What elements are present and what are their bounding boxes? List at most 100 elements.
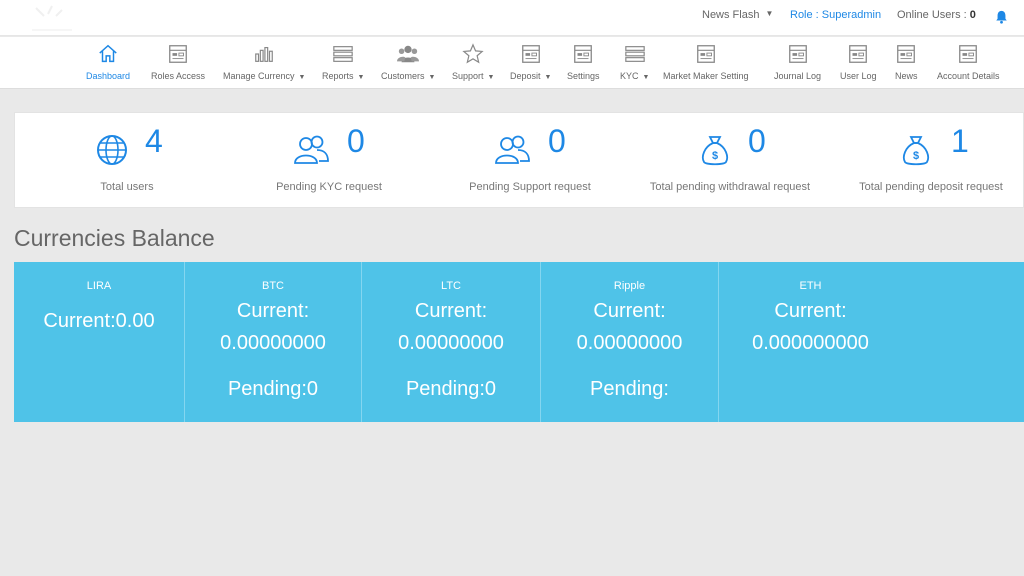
currency-pending: Pending: [590,378,669,400]
stat-pending-support[interactable]: 0 Pending Support request [430,113,630,209]
nav-deposit[interactable]: Deposit ▼ [510,43,551,81]
caret-down-icon: ▼ [642,74,650,81]
users-outline-icon [495,135,530,164]
svg-text:$: $ [712,150,718,162]
currency-current-value: 0.000000000 [752,332,869,354]
stat-label: Pending KYC request [276,181,382,193]
stat-label: Pending Support request [469,181,591,193]
currency-card-eth: ETH Current: 0.000000000 [719,262,902,422]
nav-label: Customers ▼ [381,71,436,81]
currency-name: LIRA [86,280,112,292]
currency-current: Current:0.00 [43,310,155,332]
stat-pending-kyc[interactable]: 0 Pending KYC request [229,113,429,209]
nav-label: Roles Access [151,71,206,81]
nav-account-details[interactable]: Account Details [937,43,1000,81]
users-icon [397,45,420,63]
svg-text:$: $ [913,150,919,162]
panel-icon [897,45,916,63]
stat-label: Total pending deposit request [859,181,1003,193]
nav-news[interactable]: News [895,43,918,81]
panel-icon [696,45,715,63]
caret-down-icon: ▼ [544,74,552,81]
currency-pending: Pending:0 [227,378,319,400]
currency-current-label: Current: [414,300,488,322]
stat-pending-withdrawal[interactable]: $ 0 Total pending withdrawal request [630,113,830,209]
list-icon [624,46,645,62]
currency-current-label: Current: [593,300,666,322]
currency-current-value: 0.00000000 [398,332,504,354]
nav-user-log[interactable]: User Log [840,43,877,81]
stats-panel: 4 Total users 0 Pending KYC request 0 Pe… [14,112,1024,208]
stat-count: 0 [347,123,365,159]
nav-label: User Log [840,71,877,81]
home-icon [99,44,117,63]
bar-chart-icon [255,46,274,62]
nav-label: Market Maker Setting [663,71,749,81]
stat-pending-deposit[interactable]: $ 1 Total pending deposit request [831,113,1024,209]
nav-journal-log[interactable]: Journal Log [774,43,821,81]
currency-name: ETH [799,280,822,292]
nav-customers[interactable]: Customers ▼ [381,43,435,81]
panel-icon [788,45,807,63]
caret-down-icon: ▼ [428,74,436,81]
role-link[interactable]: Role : Superadmin [790,9,881,21]
currency-card-btc: BTC Current: 0.00000000 Pending:0 [185,262,362,422]
caret-down-icon: ▼ [357,74,365,81]
news-flash-dropdown[interactable]: News Flash ▼ [702,9,773,21]
caret-down-icon: ▼ [487,74,495,81]
money-bag-icon: $ [701,136,729,166]
nav-settings[interactable]: Settings [567,43,600,81]
online-users-count: 0 [969,9,976,21]
main-navbar: Dashboard Roles Access Manage Currency ▼ … [0,37,1024,89]
stat-label: Total pending withdrawal request [649,181,811,193]
news-flash-label: News Flash [702,9,760,21]
nav-label: Journal Log [774,71,822,81]
caret-down-icon: ▼ [298,74,306,81]
stat-total-users[interactable]: 4 Total users [27,113,227,209]
nav-label: Manage Currency ▼ [223,71,306,81]
currency-name: BTC [262,280,284,292]
nav-label: Reports ▼ [322,71,365,81]
star-icon [462,43,484,64]
stat-count: 0 [548,123,566,159]
currency-card-ltc: LTC Current: 0.00000000 Pending:0 [362,262,541,422]
panel-icon [574,45,593,63]
online-users-label: Online Users : [897,9,970,21]
currency-name: LTC [441,280,461,292]
bell-icon[interactable] [995,10,1008,24]
nav-market-maker-setting[interactable]: Market Maker Setting [663,43,749,81]
currency-card-lira: LIRA Current:0.00 [14,262,185,422]
logo-icon [32,5,72,31]
currency-current-label: Current: [236,300,310,322]
nav-label: News [895,71,918,81]
currencies-balance-title: Currencies Balance [14,225,215,251]
nav-support[interactable]: Support ▼ [452,43,494,81]
stat-count: 1 [951,123,969,159]
nav-label: Account Details [937,71,1000,81]
top-bar: News Flash ▼ Role : Superadmin Online Use… [0,0,1024,36]
currency-pending: Pending:0 [405,378,497,400]
panel-icon [169,45,187,63]
currency-current-value: 0.00000000 [576,332,683,354]
stat-count: 0 [748,123,766,159]
nav-label: Deposit ▼ [510,71,552,81]
nav-roles-access[interactable]: Roles Access [151,43,205,81]
currency-name: Ripple [613,280,646,292]
caret-down-icon: ▼ [765,9,774,18]
users-outline-icon [294,135,329,164]
nav-label: Settings [567,71,600,81]
nav-label: Support ▼ [452,71,495,81]
panel-icon [849,45,868,63]
globe-icon [97,135,127,165]
nav-reports[interactable]: Reports ▼ [322,43,364,81]
stat-count: 4 [145,123,163,159]
online-users: Online Users : 0 [897,9,976,21]
nav-dashboard[interactable]: Dashboard [86,43,130,81]
panel-icon [959,45,978,63]
currency-current-label: Current: [774,300,847,322]
stat-label: Total users [100,181,154,193]
nav-kyc[interactable]: KYC ▼ [620,43,649,81]
list-icon [333,46,353,62]
nav-manage-currency[interactable]: Manage Currency ▼ [223,43,305,81]
currency-current-value: 0.00000000 [220,332,326,354]
